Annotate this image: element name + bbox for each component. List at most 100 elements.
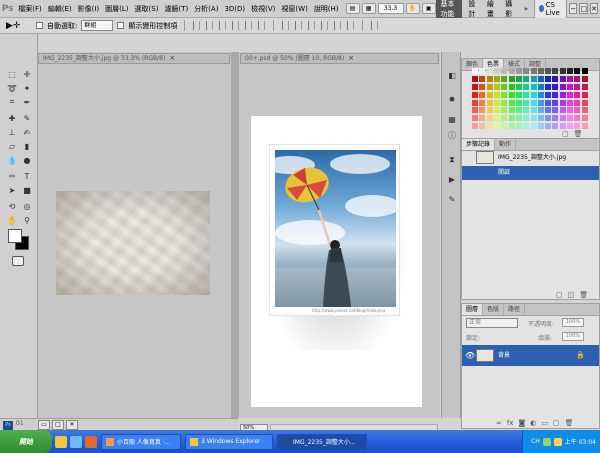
color-swatch[interactable] xyxy=(567,107,574,114)
link-layers-icon[interactable]: ∞ xyxy=(496,419,502,429)
adjustments-panel-icon[interactable]: ✹ xyxy=(446,94,458,105)
workspace-more[interactable]: » xyxy=(520,4,532,14)
color-swatch[interactable] xyxy=(508,107,515,114)
color-swatch[interactable] xyxy=(581,115,588,122)
color-swatch[interactable] xyxy=(530,99,537,106)
color-swatch[interactable] xyxy=(515,115,522,122)
color-swatch[interactable] xyxy=(523,83,530,90)
tab-history[interactable]: 步驟記錄 xyxy=(462,139,496,150)
opacity-field[interactable]: 100% xyxy=(562,318,584,327)
distribute-top-icon[interactable] xyxy=(282,21,290,30)
color-swatch[interactable] xyxy=(501,75,508,82)
color-swatch[interactable] xyxy=(552,99,559,106)
color-swatch[interactable] xyxy=(486,99,493,106)
adjustment-layer-icon[interactable]: ◐ xyxy=(530,419,536,429)
color-swatch[interactable] xyxy=(530,83,537,90)
swatch-grid[interactable] xyxy=(472,68,588,130)
align-left-icon[interactable] xyxy=(232,21,240,30)
color-swatch[interactable] xyxy=(508,123,515,130)
color-swatch[interactable] xyxy=(567,83,574,90)
color-swatch[interactable] xyxy=(493,91,500,98)
color-swatch[interactable] xyxy=(537,107,544,114)
workspace-photography[interactable]: 攝影 xyxy=(501,0,517,20)
color-swatch[interactable] xyxy=(552,83,559,90)
color-swatch[interactable] xyxy=(479,115,486,122)
menu-layer[interactable]: 圖層(L) xyxy=(102,4,131,14)
quicklaunch-media-icon[interactable] xyxy=(85,435,97,448)
transform-controls-checkbox[interactable] xyxy=(117,22,125,29)
zoom-tool-icon[interactable]: ⚲ xyxy=(21,214,33,226)
color-swatch[interactable] xyxy=(581,99,588,106)
tab-paths[interactable]: 路徑 xyxy=(504,304,526,315)
document-divider[interactable] xyxy=(231,52,239,418)
color-swatch[interactable] xyxy=(537,123,544,130)
align-right-icon[interactable] xyxy=(258,21,266,30)
task-photoshop[interactable]: IMG_2235_調整大小... xyxy=(277,433,367,450)
color-swatch[interactable] xyxy=(472,91,478,98)
close-icon[interactable]: × xyxy=(348,54,354,63)
distribute-bottom-icon[interactable] xyxy=(308,21,316,30)
color-swatch[interactable] xyxy=(581,107,588,114)
quicklaunch-ie-icon[interactable] xyxy=(70,435,82,448)
color-swatch[interactable] xyxy=(479,107,486,114)
close-icon[interactable]: × xyxy=(169,54,175,63)
color-swatch[interactable] xyxy=(486,75,493,82)
path-selection-tool-icon[interactable]: ➤ xyxy=(6,184,18,196)
color-swatch[interactable] xyxy=(472,75,478,82)
color-swatch[interactable] xyxy=(493,115,500,122)
color-swatch[interactable] xyxy=(530,115,537,122)
actions-panel-icon[interactable]: ▶ xyxy=(446,174,458,185)
document-tab-2[interactable]: 00+.psd @ 50% (圖層 10, RGB/8) × xyxy=(240,53,439,64)
color-swatch[interactable] xyxy=(501,107,508,114)
color-swatch[interactable] xyxy=(567,115,574,122)
brush-tool-icon[interactable]: ✎ xyxy=(21,112,33,124)
brushes-panel-icon[interactable]: ✎ xyxy=(446,194,458,205)
bridge-icon[interactable]: ▤ xyxy=(345,3,360,14)
color-swatch[interactable] xyxy=(559,107,566,114)
color-swatch[interactable] xyxy=(523,68,530,74)
color-swatch[interactable] xyxy=(472,107,478,114)
color-swatch[interactable] xyxy=(545,75,552,82)
distribute-hcenter-icon[interactable] xyxy=(334,21,342,30)
minibridge-icon[interactable]: ▦ xyxy=(361,3,376,14)
crop-tool-icon[interactable]: ⌗ xyxy=(6,96,18,108)
color-swatch[interactable] xyxy=(574,75,581,82)
color-swatch[interactable] xyxy=(493,107,500,114)
zoom-level[interactable]: 33.3 xyxy=(377,3,404,14)
distribute-vcenter-icon[interactable] xyxy=(295,21,303,30)
color-swatch[interactable] xyxy=(559,68,566,74)
gradient-tool-icon[interactable]: ▮ xyxy=(21,140,33,152)
minimize-button[interactable]: − xyxy=(569,3,578,14)
color-swatch[interactable] xyxy=(472,115,478,122)
color-swatch[interactable] xyxy=(537,83,544,90)
tab-actions[interactable]: 動作 xyxy=(495,139,517,150)
color-swatch[interactable] xyxy=(472,83,478,90)
color-swatch[interactable] xyxy=(493,68,500,74)
history-panel-icon[interactable]: ⧗ xyxy=(446,154,458,165)
move-tool-preset-icon[interactable]: ▶✛ xyxy=(6,20,32,32)
add-mask-icon[interactable]: ◙ xyxy=(518,419,525,429)
workspace-essentials[interactable]: 基本功能 xyxy=(435,0,463,20)
close-icon[interactable]: ✕ xyxy=(66,420,78,430)
color-swatch[interactable] xyxy=(537,115,544,122)
color-swatch[interactable] xyxy=(530,123,537,130)
auto-select-dropdown[interactable]: 群組 xyxy=(81,20,114,31)
color-swatch[interactable] xyxy=(508,75,515,82)
color-swatch[interactable] xyxy=(545,123,552,130)
color-swatch[interactable] xyxy=(559,91,566,98)
3d-orbit-tool-icon[interactable]: ◎ xyxy=(21,200,33,212)
color-swatch[interactable] xyxy=(523,123,530,130)
color-swatch[interactable] xyxy=(523,99,530,106)
color-panel-icon[interactable]: ◧ xyxy=(446,70,458,81)
color-swatch[interactable] xyxy=(479,91,486,98)
lasso-tool-icon[interactable]: ➰ xyxy=(6,82,18,94)
3d-rotate-tool-icon[interactable]: ⟲ xyxy=(6,200,18,212)
color-swatch[interactable] xyxy=(486,91,493,98)
color-swatch[interactable] xyxy=(559,123,566,130)
color-swatch[interactable] xyxy=(515,107,522,114)
color-swatch[interactable] xyxy=(559,99,566,106)
menu-analysis[interactable]: 分析(A) xyxy=(191,4,221,14)
document-tab-1[interactable]: IMG_2235_調整大小.jpg @ 33.3% (RGB/8) × xyxy=(38,53,230,64)
color-swatch[interactable] xyxy=(501,68,508,74)
color-swatch[interactable] xyxy=(472,123,478,130)
